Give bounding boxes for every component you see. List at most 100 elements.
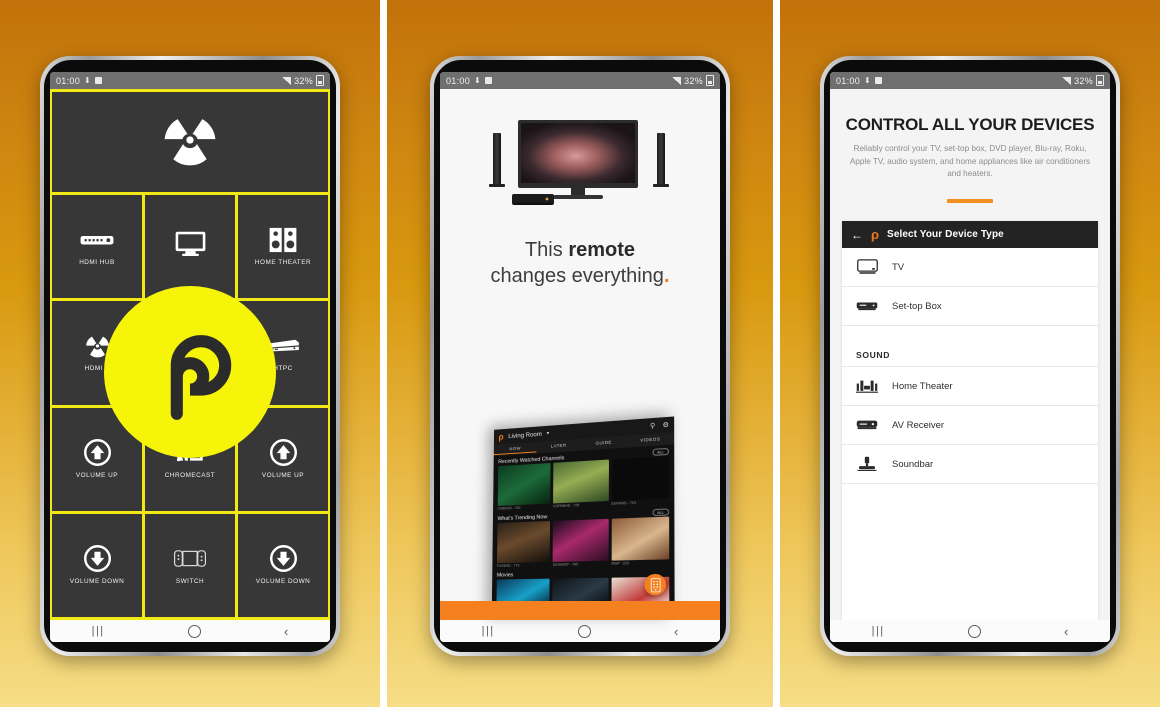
back-button[interactable]: ‹: [674, 625, 678, 638]
device-label: Set-top Box: [892, 300, 942, 312]
nintendo-switch-icon: [173, 546, 207, 572]
trending-caption: INSP - 223: [611, 561, 630, 566]
phone-frame-1: 01:00 ⬇ 32% HDMI HUB HOME THEATER HDMI 1…: [40, 56, 340, 656]
remote-button-volume-up-right[interactable]: VOLUME UP: [238, 407, 328, 511]
device-row-av-receiver[interactable]: AV Receiver: [842, 406, 1098, 446]
remote-button-switch[interactable]: SWITCH: [145, 513, 235, 617]
home-button[interactable]: [967, 624, 981, 638]
back-button[interactable]: ‹: [1064, 625, 1068, 638]
device-row-soundbar[interactable]: Soundbar: [842, 445, 1098, 485]
promo-content: This remote changes everything. ρ Living…: [440, 89, 720, 620]
back-button[interactable]: ‹: [284, 625, 288, 638]
volume-down-icon: [266, 545, 300, 573]
radiation-icon: [80, 333, 114, 359]
remote-button-volume-down-left[interactable]: VOLUME DOWN: [52, 513, 142, 617]
soundbar-icon: [856, 456, 878, 472]
device-label: TV: [892, 261, 905, 273]
android-nav-bar-2: ||| ‹: [440, 620, 720, 642]
status-time: 01:00: [446, 75, 471, 86]
remote-button-hdmi-1[interactable]: HDMI 1: [52, 301, 142, 405]
remote-button-volume-down-right[interactable]: VOLUME DOWN: [238, 513, 328, 617]
remote-button-label: VOLUME UP: [75, 471, 119, 479]
headline-line1-bold: remote: [568, 239, 636, 261]
trending-tile[interactable]: [611, 516, 670, 561]
device-row-home-theater[interactable]: Home Theater: [842, 367, 1098, 407]
phone-bezel-2: 01:00 ⬇ 32% This remote changes everythi…: [434, 60, 726, 652]
remote-button-label: HOME THEATER: [254, 259, 312, 267]
trending-tile[interactable]: [497, 521, 551, 564]
remote-grid: HDMI HUB HOME THEATER HDMI 1 HTPC VOLUME…: [50, 89, 330, 620]
volume-down-icon: [80, 545, 114, 573]
peel-p-logo: ρ: [871, 227, 880, 243]
status-bar: 01:00 ⬇ 32%: [50, 72, 330, 89]
room-selector-label[interactable]: Living Room: [508, 431, 542, 440]
recents-button[interactable]: |||: [872, 625, 885, 637]
device-picker-content: CONTROL ALL YOUR DEVICES Reliably contro…: [830, 89, 1110, 620]
recents-button[interactable]: |||: [92, 625, 105, 637]
group-label: SOUND: [856, 350, 891, 361]
remote-row: VOLUME DOWN SWITCH VOLUME DOWN: [50, 513, 330, 617]
device-label: Home Theater: [892, 380, 953, 392]
set-top-box-icon: [856, 301, 878, 312]
remote-button-chromecast[interactable]: CHROMECAST: [145, 407, 235, 511]
panel-device-picker: 01:00 ⬇ 32% CONTROL ALL YOUR DEVICES Rel: [780, 0, 1160, 707]
device-row-tv[interactable]: TV: [842, 248, 1098, 288]
trending-tile[interactable]: [552, 518, 609, 562]
remote-button-home-theater[interactable]: HOME THEATER: [238, 195, 328, 299]
download-icon: ⬇: [864, 75, 872, 85]
section-title: Movies: [496, 572, 514, 579]
trending-caption: DIGNHDP - 769: [552, 562, 578, 567]
status-time: 01:00: [56, 75, 81, 86]
search-icon[interactable]: ⚲: [650, 422, 655, 430]
screenshot-stage: 01:00 ⬇ 32% HDMI HUB HOME THEATER HDMI 1…: [0, 0, 1160, 707]
recents-button[interactable]: |||: [482, 625, 495, 637]
remote-button-label: CHROMECAST: [164, 471, 216, 479]
page-title: CONTROL ALL YOUR DEVICES: [845, 115, 1095, 134]
remote-button-htpc[interactable]: HTPC: [238, 301, 328, 405]
device-label: AV Receiver: [892, 419, 945, 431]
remote-control-icon[interactable]: [644, 573, 667, 596]
home-button[interactable]: [187, 624, 201, 638]
remote-hero-tile[interactable]: [52, 92, 328, 192]
see-all-button[interactable]: ALL: [652, 508, 670, 517]
channel-tile[interactable]: [497, 462, 551, 506]
remote-row: VOLUME UP CHROMECAST VOLUME UP: [50, 407, 330, 511]
signal-icon: [282, 76, 292, 85]
panel-remote-grid: 01:00 ⬇ 32% HDMI HUB HOME THEATER HDMI 1…: [0, 0, 380, 707]
phone-bezel-3: 01:00 ⬇ 32% CONTROL ALL YOUR DEVICES Rel: [824, 60, 1116, 652]
volume-up-icon: [80, 439, 114, 467]
blank-icon: [173, 337, 207, 363]
device-row-set-top-box[interactable]: Set-top Box: [842, 287, 1098, 327]
headline-line2: changes everything: [490, 264, 664, 287]
checkbox-icon: [875, 77, 883, 84]
panel-remote-promo: 01:00 ⬇ 32% This remote changes everythi…: [387, 0, 773, 707]
home-button[interactable]: [577, 624, 591, 638]
htpc-icon: [266, 333, 300, 359]
hdmi-hub-icon: [80, 227, 114, 253]
gear-icon[interactable]: ⚙: [662, 421, 669, 429]
chevron-down-icon[interactable]: ▾: [547, 430, 549, 436]
remote-button-label: VOLUME DOWN: [255, 577, 311, 585]
download-icon: ⬇: [84, 75, 92, 85]
panel-separator: [773, 0, 780, 707]
channel-tile[interactable]: [553, 459, 609, 504]
status-battery-pct: 32%: [684, 75, 703, 86]
promo-headline: This remote changes everything.: [490, 238, 669, 289]
device-type-card: ← ρ Select Your Device Type TV Set-top B…: [842, 221, 1098, 620]
status-bar: 01:00 ⬇ 32%: [440, 72, 720, 89]
remote-button-tv[interactable]: [145, 195, 235, 299]
status-battery-pct: 32%: [1074, 75, 1093, 86]
radiation-icon: [159, 111, 221, 174]
arrow-left-icon[interactable]: ←: [851, 229, 863, 241]
remote-button-center[interactable]: [145, 301, 235, 405]
battery-icon: [1096, 75, 1104, 86]
channel-tile[interactable]: [611, 455, 670, 501]
chromecast-icon: [173, 440, 207, 466]
battery-icon: [316, 75, 324, 86]
remote-button-volume-up-left[interactable]: VOLUME UP: [52, 407, 142, 511]
panel-separator: [380, 0, 387, 707]
phone-frame-2: 01:00 ⬇ 32% This remote changes everythi…: [430, 56, 730, 656]
remote-button-hdmi-hub[interactable]: HDMI HUB: [52, 195, 142, 299]
phone-screen-2: 01:00 ⬇ 32% This remote changes everythi…: [440, 72, 720, 642]
see-all-button[interactable]: ALL: [652, 447, 670, 456]
